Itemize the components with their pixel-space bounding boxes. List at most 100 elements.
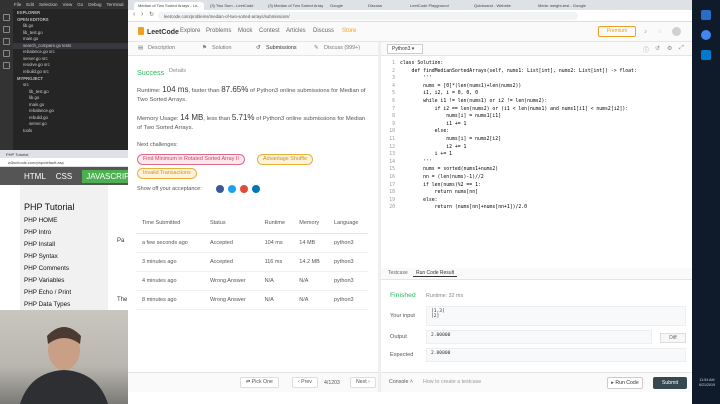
w3-link[interactable]: PHP Data Types [24, 301, 70, 308]
browser-tab[interactable]: Google [326, 2, 362, 10]
code-line[interactable]: nums = [0]*(len(nums1)+len(nums2)) [400, 83, 690, 91]
linkedin-icon[interactable] [252, 185, 260, 193]
w3-nav-css[interactable]: CSS [56, 172, 72, 181]
menu-view[interactable]: View [63, 2, 73, 7]
bell-icon[interactable]: ♪ [644, 29, 647, 35]
source-control-icon[interactable] [3, 38, 10, 45]
w3-tab[interactable]: PHP Tutorial [0, 150, 128, 158]
open-editors-heading[interactable]: OPEN EDITORS [13, 16, 128, 23]
code-editor[interactable]: class Solution: def findMedianSortedArra… [400, 60, 690, 260]
browser-tab[interactable]: LeetCode Playground [406, 2, 468, 10]
code-line[interactable]: ''' [400, 159, 690, 167]
tab-solution[interactable]: Solution [212, 45, 231, 51]
w3-link[interactable]: PHP Intro [24, 229, 51, 236]
playground-icon[interactable]: ◌ [658, 29, 662, 35]
info-icon[interactable]: ⓘ [643, 45, 649, 54]
w3-link[interactable]: PHP Install [24, 241, 55, 248]
howto-testcase-link[interactable]: How to create a testcase [423, 379, 481, 385]
code-line[interactable]: def findMedianSortedArrays(self, nums1: … [400, 68, 690, 76]
cell-status[interactable]: Accepted [203, 233, 259, 253]
w3-address-bar[interactable]: w3schools.com/php/default.asp [0, 158, 128, 167]
browser-tab[interactable]: (3) Median of Two Sorted Array [264, 2, 324, 10]
menu-file[interactable]: File [14, 2, 21, 7]
nav-articles[interactable]: Articles [286, 28, 306, 34]
leetcode-logo[interactable]: LeetCode [138, 27, 179, 36]
diff-toggle[interactable]: Diff [660, 333, 686, 343]
challenge-chip[interactable]: Find Minimum in Rotated Sorted Array II [137, 154, 245, 165]
google-plus-icon[interactable] [240, 185, 248, 193]
code-line[interactable]: i1, i2, i = 0, 0, 0 [400, 90, 690, 98]
cell-status[interactable]: Wrong Answer [203, 271, 259, 291]
code-line[interactable]: i1 += 1 [400, 121, 690, 129]
submit-button[interactable]: Submit [653, 377, 687, 389]
nav-mock[interactable]: Mock [238, 28, 252, 34]
w3-link[interactable]: PHP Variables [24, 277, 64, 284]
browser-tab[interactable]: Quicksand - Website [470, 2, 532, 10]
browser-tab[interactable]: Discuss [364, 2, 404, 10]
code-line[interactable]: else: [400, 197, 690, 205]
browser-tab[interactable]: Median of Two Sorted Arrays - Le... [134, 2, 204, 10]
code-line[interactable]: i += 1 [400, 151, 690, 159]
code-line[interactable]: nums = sorted(nums1+nums2) [400, 166, 690, 174]
w3-link[interactable]: PHP Echo / Print [24, 289, 71, 296]
code-line[interactable]: nums[i] = nums1[i1] [400, 113, 690, 121]
menu-terminal[interactable]: Terminal [107, 2, 124, 7]
menu-edit[interactable]: Edit [26, 2, 34, 7]
prev-button[interactable]: ‹ Prev [292, 377, 318, 388]
w3-link[interactable]: PHP HOME [24, 217, 57, 224]
vscode-icon[interactable] [701, 50, 711, 60]
next-button[interactable]: Next › [350, 377, 376, 388]
w3-link[interactable]: PHP Syntax [24, 253, 58, 260]
browser-tab[interactable]: Meds: weight-test - Google [534, 2, 598, 10]
cell-status[interactable]: Wrong Answer [203, 290, 259, 310]
menu-debug[interactable]: Debug [88, 2, 101, 7]
console-toggle[interactable]: Console ˄ [389, 379, 413, 385]
debug-icon[interactable] [3, 50, 10, 57]
address-bar[interactable]: leetcode.com/problems/median-of-two-sort… [158, 12, 578, 20]
code-line[interactable]: class Solution: [400, 60, 690, 68]
project-heading[interactable]: MYPROJECT [13, 75, 128, 82]
nav-contest[interactable]: Contest [259, 28, 280, 34]
app-icon[interactable] [701, 10, 711, 20]
search-icon[interactable] [3, 26, 10, 33]
chrome-icon[interactable] [701, 30, 711, 40]
code-line[interactable]: if i2 == len(nums2) or (i1 < len(nums1) … [400, 106, 690, 114]
extensions-icon[interactable] [3, 62, 10, 69]
nav-discuss[interactable]: Discuss [313, 28, 334, 34]
run-code-button[interactable]: ▸ Run Code [607, 377, 643, 389]
code-line[interactable]: return nums[nn] [400, 189, 690, 197]
twitter-icon[interactable] [228, 185, 236, 193]
pick-one-button[interactable]: ⇄ Pick One [240, 377, 279, 388]
reload-icon[interactable]: ↻ [149, 11, 154, 18]
back-icon[interactable]: ‹ [133, 11, 135, 18]
menu-selection[interactable]: Selection [39, 2, 58, 7]
nav-explore[interactable]: Explore [180, 28, 200, 34]
code-line[interactable]: while i1 != len(nums1) or i2 != len(nums… [400, 98, 690, 106]
tab-submissions[interactable]: Submissions [266, 45, 297, 51]
tab-run-code-result[interactable]: Run Code Result [413, 270, 458, 277]
forward-icon[interactable]: › [141, 11, 143, 18]
files-icon[interactable] [3, 14, 10, 21]
facebook-icon[interactable] [216, 185, 224, 193]
nav-store[interactable]: Store [342, 28, 356, 34]
challenge-chip[interactable]: Advantage Shuffle [257, 154, 313, 165]
cell-status[interactable]: Accepted [203, 252, 259, 272]
w3-nav-html[interactable]: HTML [24, 172, 46, 181]
code-line[interactable]: else: [400, 128, 690, 136]
w3-link[interactable]: PHP Comments [24, 265, 69, 272]
tab-discuss[interactable]: Discuss (999+) [324, 45, 360, 51]
menu-go[interactable]: Go [77, 2, 83, 7]
nav-problems[interactable]: Problems [206, 28, 231, 34]
premium-button[interactable]: Premium [598, 26, 636, 37]
browser-tab[interactable]: (3) Two Sum - LeetCode [206, 2, 262, 10]
tab-testcase[interactable]: Testcase [385, 270, 411, 276]
fullscreen-icon[interactable]: ⤢ [679, 45, 684, 52]
code-line[interactable]: nn = (len(nums)-1)//2 [400, 174, 690, 182]
code-line[interactable]: ''' [400, 75, 690, 83]
tab-description[interactable]: Description [148, 45, 175, 51]
code-line[interactable]: return (nums[nn]+nums[nn+1])/2.0 [400, 204, 690, 212]
details-link[interactable]: Details [169, 68, 186, 74]
tree-folder[interactable]: tools [13, 128, 128, 135]
settings-icon[interactable]: ⚙ [667, 45, 672, 52]
code-line[interactable]: if len(nums)%2 == 1: [400, 182, 690, 190]
